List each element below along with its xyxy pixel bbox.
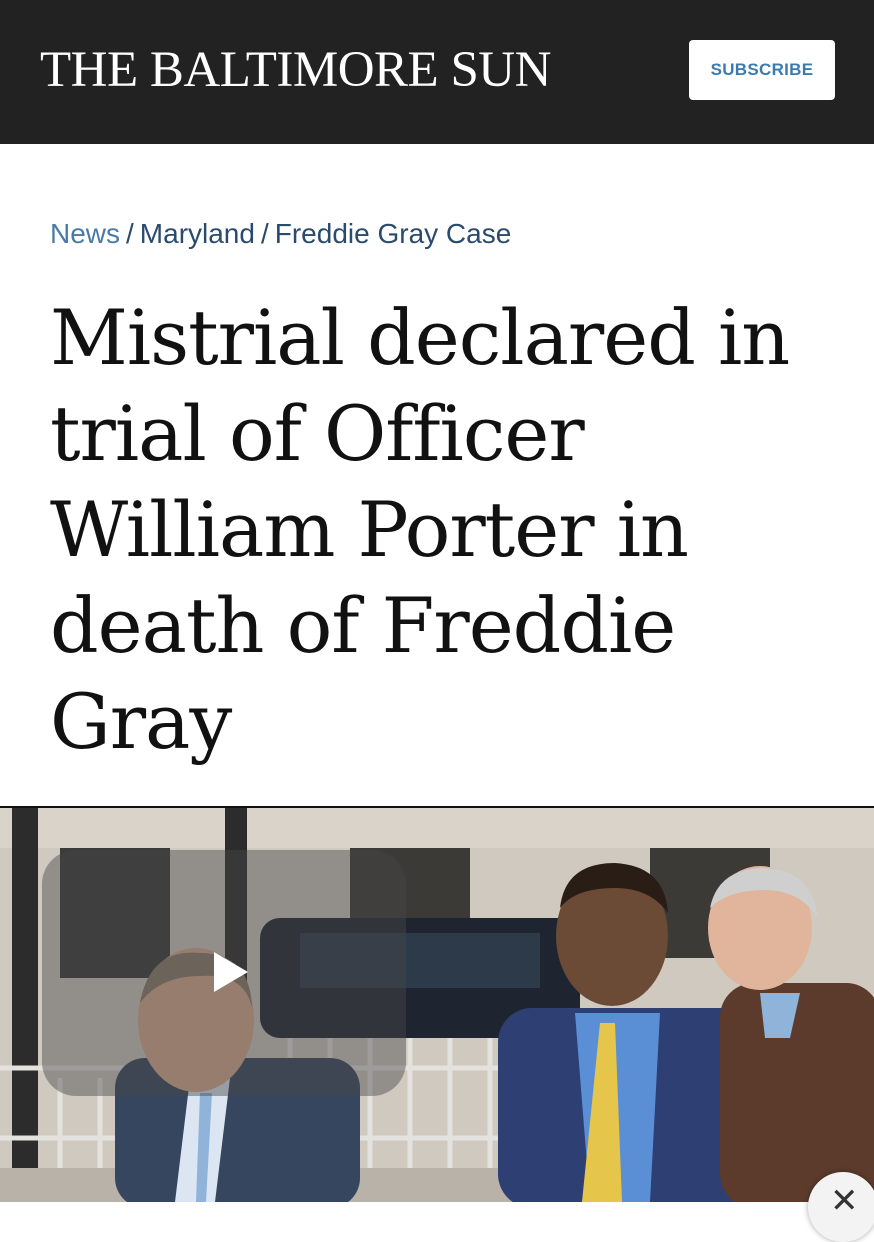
video-player[interactable] (0, 806, 874, 1202)
play-icon (214, 952, 248, 992)
breadcrumb-maryland-link[interactable]: Maryland (140, 218, 255, 249)
site-header: THE BALTIMORE SUN SUBSCRIBE (0, 0, 874, 144)
play-button[interactable] (42, 850, 406, 1096)
close-video-button[interactable]: ✕ (808, 1172, 874, 1242)
breadcrumb-freddie-gray-case-link[interactable]: Freddie Gray Case (275, 218, 512, 249)
close-icon: ✕ (830, 1182, 859, 1220)
site-logo[interactable]: THE BALTIMORE SUN (40, 40, 551, 100)
breadcrumb: News / Maryland / Freddie Gray Case (50, 218, 511, 250)
breadcrumb-separator: / (126, 218, 134, 249)
article-headline: Mistrial declared in trial of Officer Wi… (50, 293, 790, 766)
subscribe-button[interactable]: SUBSCRIBE (689, 40, 835, 100)
breadcrumb-news-link[interactable]: News (50, 218, 120, 249)
breadcrumb-separator: / (260, 218, 269, 249)
